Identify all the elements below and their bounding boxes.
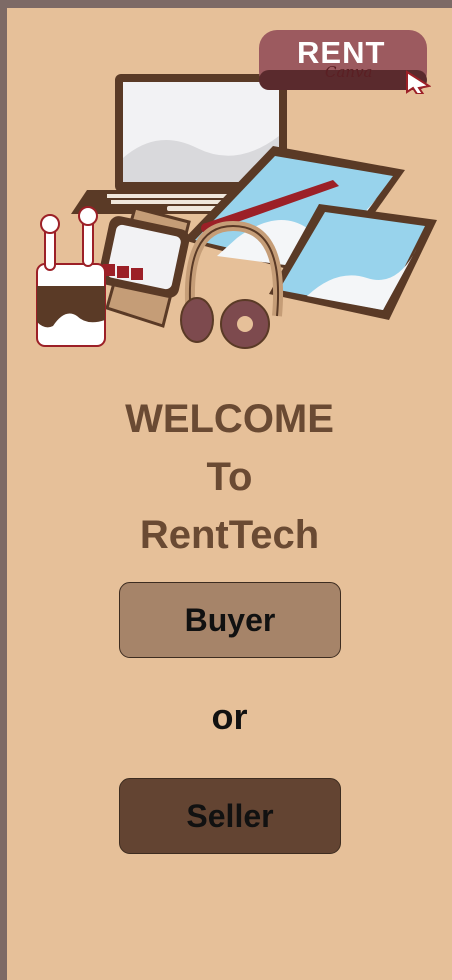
buyer-button[interactable]: Buyer [119,582,341,658]
welcome-line-2: To [206,455,253,499]
welcome-heading: WELCOME To RentTech [7,390,452,564]
logo-subtitle: Canva [325,63,373,81]
welcome-line-1: WELCOME [125,397,334,441]
or-separator: or [211,696,248,737]
buyer-button-label: Buyer [184,601,276,638]
app-screen: RENT Canva WELCOME To RentTech Buyer or … [7,8,452,980]
seller-button[interactable]: Seller [119,778,341,854]
welcome-line-3: RentTech [139,513,320,557]
seller-button-label: Seller [186,797,274,834]
